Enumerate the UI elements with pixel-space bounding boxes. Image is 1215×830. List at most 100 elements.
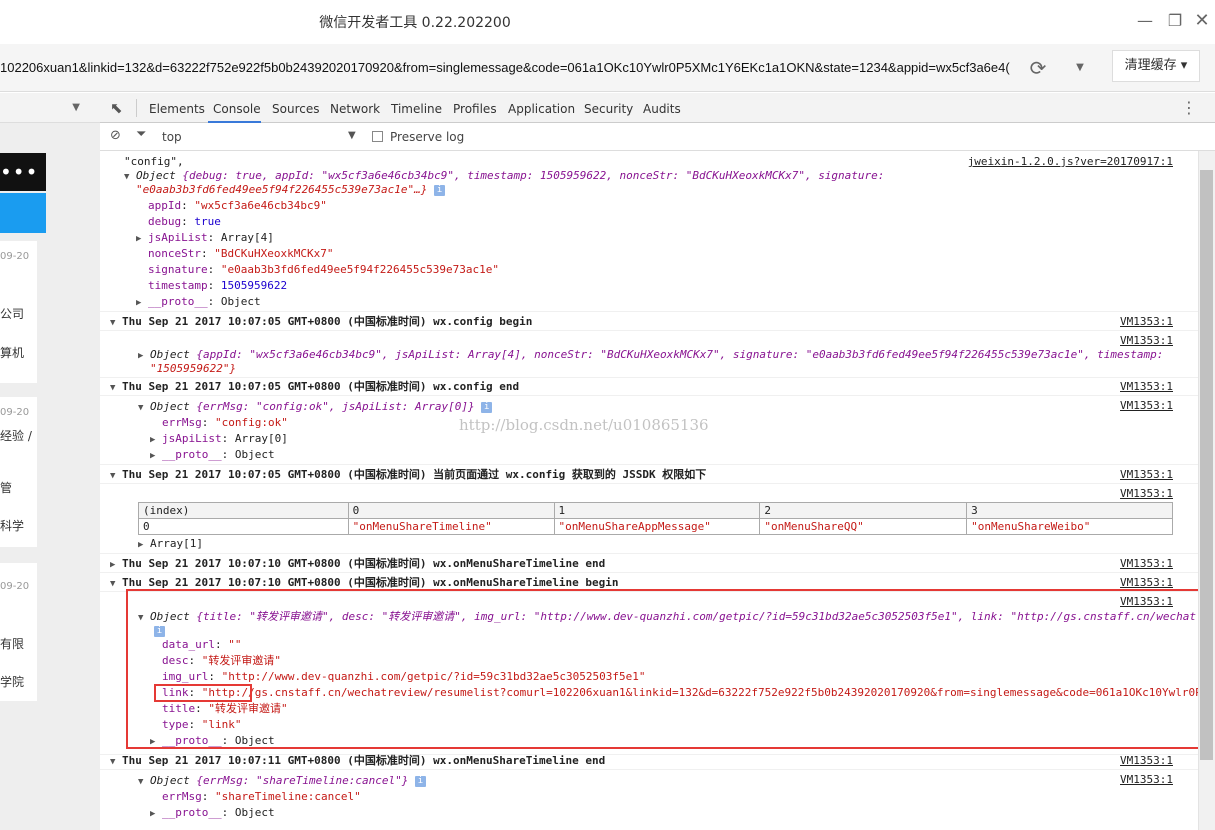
object-property: signature: "e0aab3b3fd6fed49ee5f94f22645… [148,263,500,276]
log-source-link[interactable]: VM1353:1 [1120,315,1173,328]
object-property: timestamp: 1505959622 [148,279,288,292]
table-header-cell[interactable]: (index) [138,502,349,519]
list-item-text: 科学 [0,519,25,533]
object-property: nonceStr: "BdCKuHXeoxkMCKx7" [148,247,334,260]
object-property[interactable]: ▶ jsApiList: Array[4] [136,231,1198,246]
log-separator [100,553,1198,554]
clear-console-icon[interactable]: ⊘ [110,128,121,143]
object-property[interactable]: ▶ jsApiList: Array[0] [150,432,1198,447]
table-cell: "onMenuShareTimeline" [347,518,555,535]
log-entry[interactable]: ▼ Thu Sep 21 2017 10:07:05 GMT+0800 (中国标… [110,468,1198,483]
list-item-text: 算机 [0,346,25,360]
expand-toggle-icon[interactable]: ▼ [124,172,129,182]
simulator-panel: ▼ ••• 09-20 公司 算机 09-20 经验 / 管 科学 09-20 … [0,93,100,830]
tab-elements[interactable]: Elements [149,102,205,116]
log-entry[interactable]: ▼ Thu Sep 21 2017 10:07:05 GMT+0800 (中国标… [110,315,1198,330]
console-table: (index) 0 1 2 3 0 "onMenuShareTimeline" … [138,502,1173,535]
tab-profiles[interactable]: Profiles [453,102,497,116]
log-entry[interactable]: ▼ Thu Sep 21 2017 10:07:11 GMT+0800 (中国标… [110,754,1198,769]
log-separator [100,483,1198,484]
context-dropdown-icon[interactable]: ▼ [348,130,356,141]
log-object-summary[interactable]: ▼ Object {errMsg: "shareTimeline:cancel"… [138,774,1198,789]
preserve-log-checkbox[interactable] [372,131,383,142]
table-header-cell[interactable]: 2 [759,502,968,519]
log-source-link[interactable]: VM1353:1 [1120,754,1173,767]
log-separator [100,330,1198,331]
log-separator [100,395,1198,396]
filter-icon[interactable]: ⏷ [136,127,146,142]
log-source-link[interactable]: VM1353:1 [1120,334,1173,347]
info-icon[interactable]: i [481,401,493,413]
clear-cache-button[interactable]: 清理缓存 ▾ [1112,50,1200,82]
list-item-date: 09-20 [0,251,30,262]
log-entry[interactable]: ▶ Thu Sep 21 2017 10:07:10 GMT+0800 (中国标… [110,557,1198,572]
log-array[interactable]: ▶ Array[1] [138,537,1198,552]
more-options-icon[interactable]: ⋮ [1181,98,1197,117]
tab-application[interactable]: Application [508,102,575,116]
divider [136,99,137,117]
log-object-summary[interactable]: ▼ Object {debug: true, appId: "wx5cf3a6e… [124,169,1198,184]
highlight-box [126,589,1214,749]
table-header-row: (index) 0 1 2 3 [138,502,1173,519]
info-icon[interactable]: i [434,184,446,196]
tab-sources[interactable]: Sources [272,102,319,116]
expand-toggle-icon: ▼ [110,318,116,328]
object-property[interactable]: ▶ __proto__: Object [150,806,1198,821]
preserve-log-label: Preserve log [390,130,465,144]
simulator-toolbar: ▼ [0,93,100,123]
watermark: http://blog.csdn.net/u010865136 [459,416,709,434]
url-bar: ⟳ ▼ 清理缓存 ▾ [0,44,1215,92]
object-property: debug: true [148,215,221,228]
console-scrollbar-thumb[interactable] [1200,170,1213,760]
list-item-text: 经验 / [0,429,32,443]
table-header-cell[interactable]: 3 [966,502,1173,519]
url-input[interactable] [0,52,1015,82]
table-cell: "onMenuShareAppMessage" [553,518,761,535]
table-row: 0 "onMenuShareTimeline" "onMenuShareAppM… [138,518,1173,535]
devtools-tab-bar: ⬉ Elements Console Sources Network Timel… [100,93,1215,123]
log-entry[interactable]: ▼ Thu Sep 21 2017 10:07:05 GMT+0800 (中国标… [110,380,1198,395]
tab-security[interactable]: Security [584,102,633,116]
minimize-icon[interactable]: — [1133,10,1157,32]
inspect-element-icon[interactable]: ⬉ [110,99,123,117]
console-filter-bar: ⊘ ⏷ top ▼ Preserve log [100,123,1215,151]
list-item-date: 09-20 [0,581,30,592]
log-object-summary-cont: "1505959622"} [150,362,237,375]
log-source-link[interactable]: VM1353:1 [1120,380,1173,393]
log-source-link[interactable]: VM1353:1 [1120,468,1173,481]
object-property[interactable]: ▶ __proto__: Object [150,448,1198,463]
tab-audits[interactable]: Audits [643,102,681,116]
table-cell: "onMenuShareWeibo" [966,518,1173,535]
table-cell: "onMenuShareQQ" [759,518,968,535]
log-separator [100,769,1198,770]
log-source-link[interactable]: VM1353:1 [1120,557,1173,570]
chevron-down-icon[interactable]: ▼ [72,102,80,113]
list-item-text: 有限 [0,637,25,651]
log-separator [100,377,1198,378]
table-header-cell[interactable]: 0 [347,502,555,519]
table-header-cell[interactable]: 1 [553,502,761,519]
list-item-text: 学院 [0,675,25,689]
tab-console[interactable]: Console [213,102,261,116]
info-icon[interactable]: i [414,775,426,787]
log-separator [100,464,1198,465]
log-source-link[interactable]: jweixin-1.2.0.js?ver=20170917:1 [968,155,1173,168]
context-select[interactable]: top [162,130,182,144]
simulator-nav-bar[interactable]: ••• [0,153,46,191]
maximize-icon[interactable]: ❐ [1163,10,1187,32]
tab-timeline[interactable]: Timeline [391,102,442,116]
close-icon[interactable]: ✕ [1190,10,1214,32]
log-object-summary[interactable]: ▶ Object {appId: "wx5cf3a6e46cb34bc9", j… [138,348,1198,363]
list-item-text: 管 [0,481,13,495]
log-source-link[interactable]: VM1353:1 [1120,576,1173,589]
url-dropdown-icon[interactable]: ▼ [1066,54,1094,82]
log-object-summary[interactable]: ▼ Object {errMsg: "config:ok", jsApiList… [138,400,1198,415]
object-property: errMsg: "shareTimeline:cancel" [162,790,361,803]
log-separator [100,311,1198,312]
object-property[interactable]: ▶ __proto__: Object [136,295,1198,310]
log-source-link[interactable]: VM1353:1 [1120,487,1173,500]
tab-network[interactable]: Network [330,102,380,116]
refresh-icon[interactable]: ⟳ [1024,54,1052,82]
window-title: 微信开发者工具 0.22.202200 [319,15,511,31]
list-item-text: 公司 [0,307,25,321]
